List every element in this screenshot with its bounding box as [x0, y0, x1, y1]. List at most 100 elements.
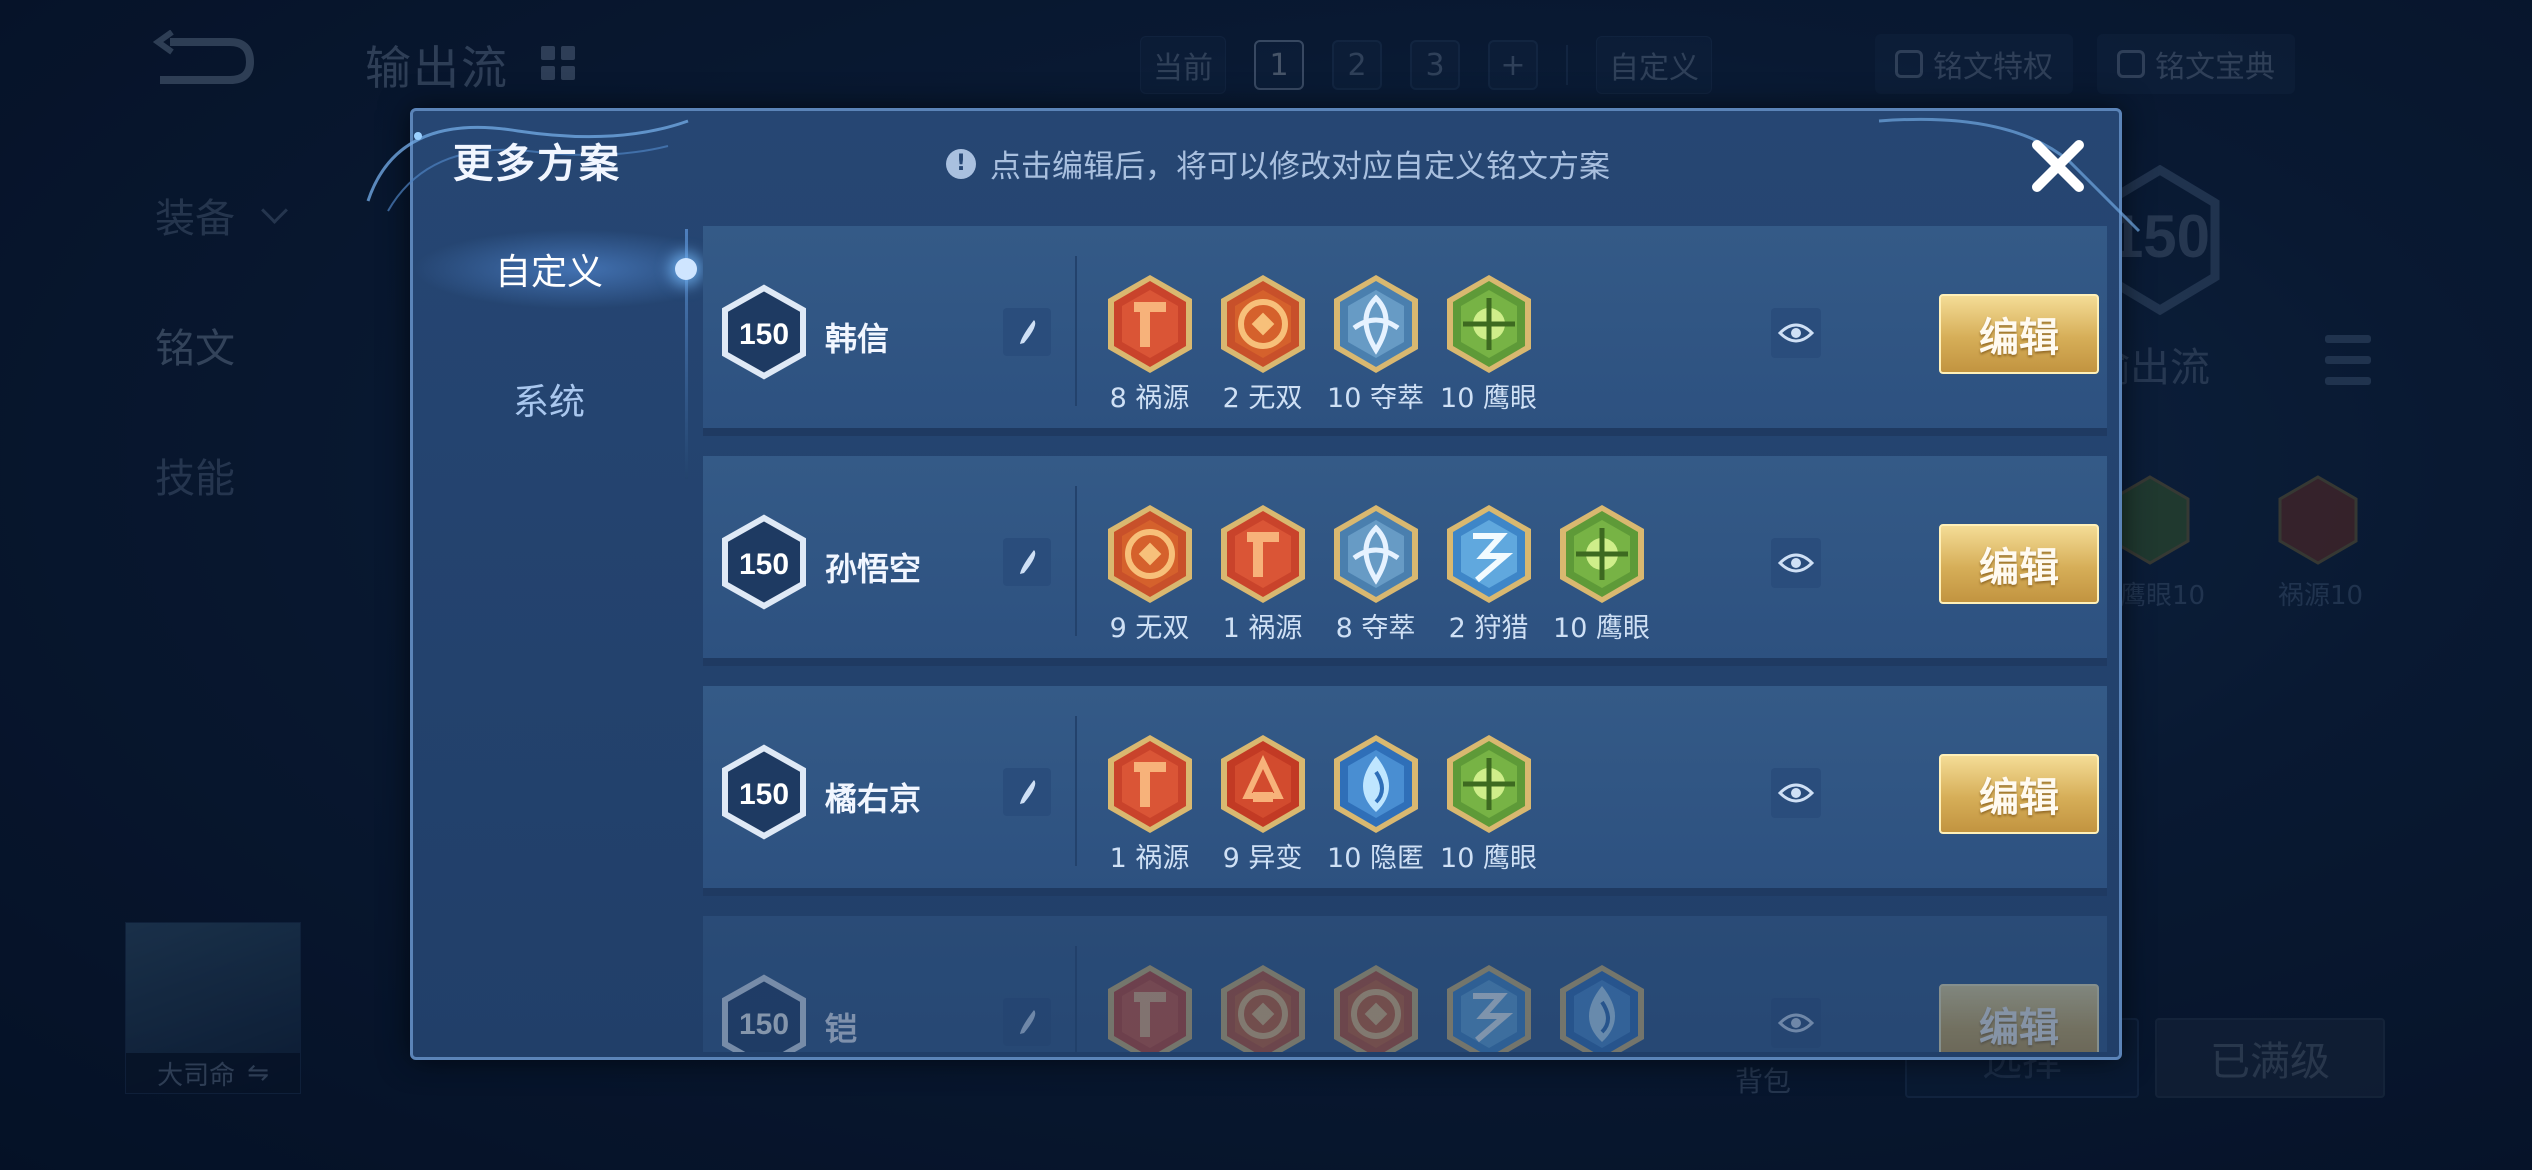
rune-count: 10	[1327, 383, 1362, 414]
rune-item: 10 鹰眼	[1432, 272, 1545, 415]
info-icon: !	[946, 148, 976, 179]
rune-count: 9	[1109, 613, 1127, 644]
divider	[1075, 946, 1077, 1052]
rune-wushuang-icon	[1220, 965, 1305, 1052]
pen-icon	[1020, 550, 1036, 574]
rune-count: 1	[1222, 613, 1240, 644]
rune-item	[1206, 962, 1319, 1052]
plan-row: 150 韩信 8 祸源 2 无双 10 夺萃 10 鹰眼 编辑	[703, 226, 2107, 436]
rename-button[interactable]	[1003, 998, 1051, 1046]
plan-hero-name: 孙悟空	[825, 550, 922, 588]
rune-count-label: 2 狩猎	[1449, 606, 1529, 645]
rune-count-label: 10 鹰眼	[1440, 836, 1537, 875]
preview-button[interactable]	[1771, 308, 1821, 358]
rune-wushuang-icon	[1220, 275, 1305, 373]
rune-item: 8 夺萃	[1319, 502, 1432, 645]
rune-count-label: 10 隐匿	[1327, 836, 1424, 875]
close-button[interactable]	[2023, 131, 2093, 201]
rune-list: 1 祸源 9 异变 10 隐匿 10 鹰眼	[1093, 732, 1545, 875]
rune-item	[1545, 962, 1658, 1052]
rune-count-label: 1 祸源	[1110, 836, 1190, 875]
hint-bar: ! 点击编辑后，将可以修改对应自定义铭文方案	[946, 141, 1610, 186]
rune-count: 10	[1553, 613, 1588, 644]
rune-list	[1093, 962, 1658, 1052]
rune-item: 1 祸源	[1093, 732, 1206, 875]
plan-hero-name: 橘右京	[825, 780, 922, 818]
rune-name: 祸源	[1135, 383, 1190, 414]
rune-name: 鹰眼	[1482, 843, 1537, 874]
active-tab-indicator	[675, 258, 697, 280]
edit-button[interactable]: 编辑	[1939, 524, 2099, 604]
more-plans-modal: 更多方案 ! 点击编辑后，将可以修改对应自定义铭文方案 自定义 系统 150 韩…	[366, 108, 2141, 1060]
edit-button[interactable]: 编辑	[1939, 984, 2099, 1052]
close-icon	[2032, 140, 2084, 192]
rename-button[interactable]	[1003, 768, 1051, 816]
rune-yinni-icon	[1333, 735, 1418, 833]
plan-hero-name: 铠	[825, 1010, 858, 1048]
rune-name: 异变	[1248, 843, 1303, 874]
tab-system[interactable]: 系统	[413, 359, 685, 439]
rune-item: 9 无双	[1093, 502, 1206, 645]
level-hex-icon: 150	[722, 974, 806, 1052]
rune-item: 1 祸源	[1206, 502, 1319, 645]
rune-item: 10 夺萃	[1319, 272, 1432, 415]
level-hex-icon: 150	[722, 744, 806, 840]
rune-list: 9 无双 1 祸源 8 夺萃 2 狩猎 10 鹰眼	[1093, 502, 1658, 645]
rune-duocui-icon	[1333, 505, 1418, 603]
rune-count: 8	[1335, 613, 1353, 644]
rune-count: 2	[1222, 383, 1240, 414]
rune-count-label: 9 无双	[1110, 606, 1190, 645]
pen-icon	[1020, 780, 1036, 804]
rune-item: 10 隐匿	[1319, 732, 1432, 875]
plan-row: 150 孙悟空 9 无双 1 祸源 8 夺萃 2 狩猎 10 鹰眼 编辑	[703, 456, 2107, 666]
preview-button[interactable]	[1771, 768, 1821, 818]
rune-yinni-icon	[1559, 965, 1644, 1052]
rune-name: 夺萃	[1361, 613, 1416, 644]
rune-item: 10 鹰眼	[1432, 732, 1545, 875]
rune-count: 10	[1440, 383, 1475, 414]
rune-item: 8 祸源	[1093, 272, 1206, 415]
rune-item	[1093, 962, 1206, 1052]
rune-count-label: 10 夺萃	[1327, 376, 1424, 415]
rune-count: 1	[1109, 843, 1127, 874]
rune-item: 9 异变	[1206, 732, 1319, 875]
edit-button[interactable]: 编辑	[1939, 754, 2099, 834]
eye-icon	[1778, 553, 1814, 573]
edit-button[interactable]: 编辑	[1939, 294, 2099, 374]
eye-icon	[1778, 783, 1814, 803]
rune-count-label: 1 祸源	[1223, 606, 1303, 645]
plan-hero-name: 韩信	[825, 320, 890, 358]
rune-count: 8	[1109, 383, 1127, 414]
eye-icon	[1778, 1013, 1814, 1033]
level-text: 150	[739, 548, 789, 581]
rune-name: 无双	[1248, 383, 1303, 414]
level-hex-icon: 150	[722, 514, 806, 610]
rune-count: 9	[1222, 843, 1240, 874]
rename-button[interactable]	[1003, 308, 1051, 356]
rune-huoyuan-icon	[1107, 735, 1192, 833]
preview-button[interactable]	[1771, 538, 1821, 588]
rune-count-label: 2 无双	[1223, 376, 1303, 415]
rune-name: 夺萃	[1369, 383, 1424, 414]
rune-wushuang-icon	[1333, 965, 1418, 1052]
rune-name: 隐匿	[1369, 843, 1424, 874]
rune-item	[1432, 962, 1545, 1052]
rune-count-label: 10 鹰眼	[1440, 376, 1537, 415]
divider	[1075, 256, 1077, 406]
plan-list[interactable]: 150 韩信 8 祸源 2 无双 10 夺萃 10 鹰眼 编辑 150 孙悟空 …	[703, 226, 2107, 1052]
rune-name: 鹰眼	[1482, 383, 1537, 414]
rune-item: 10 鹰眼	[1545, 502, 1658, 645]
rename-button[interactable]	[1003, 538, 1051, 586]
tab-custom[interactable]: 自定义	[413, 229, 685, 309]
rune-count-label: 10 鹰眼	[1553, 606, 1650, 645]
rune-huoyuan-icon	[1220, 505, 1305, 603]
rune-yibian-icon	[1220, 735, 1305, 833]
rune-yingyan-icon	[1446, 275, 1531, 373]
rune-name: 狩猎	[1474, 613, 1529, 644]
modal-side-tabs: 自定义 系统	[413, 229, 697, 1059]
preview-button[interactable]	[1771, 998, 1821, 1048]
rune-shoulie-icon	[1446, 965, 1531, 1052]
rune-huoyuan-icon	[1107, 965, 1192, 1052]
rune-shoulie-icon	[1446, 505, 1531, 603]
ornament-right-icon	[1878, 117, 2141, 233]
